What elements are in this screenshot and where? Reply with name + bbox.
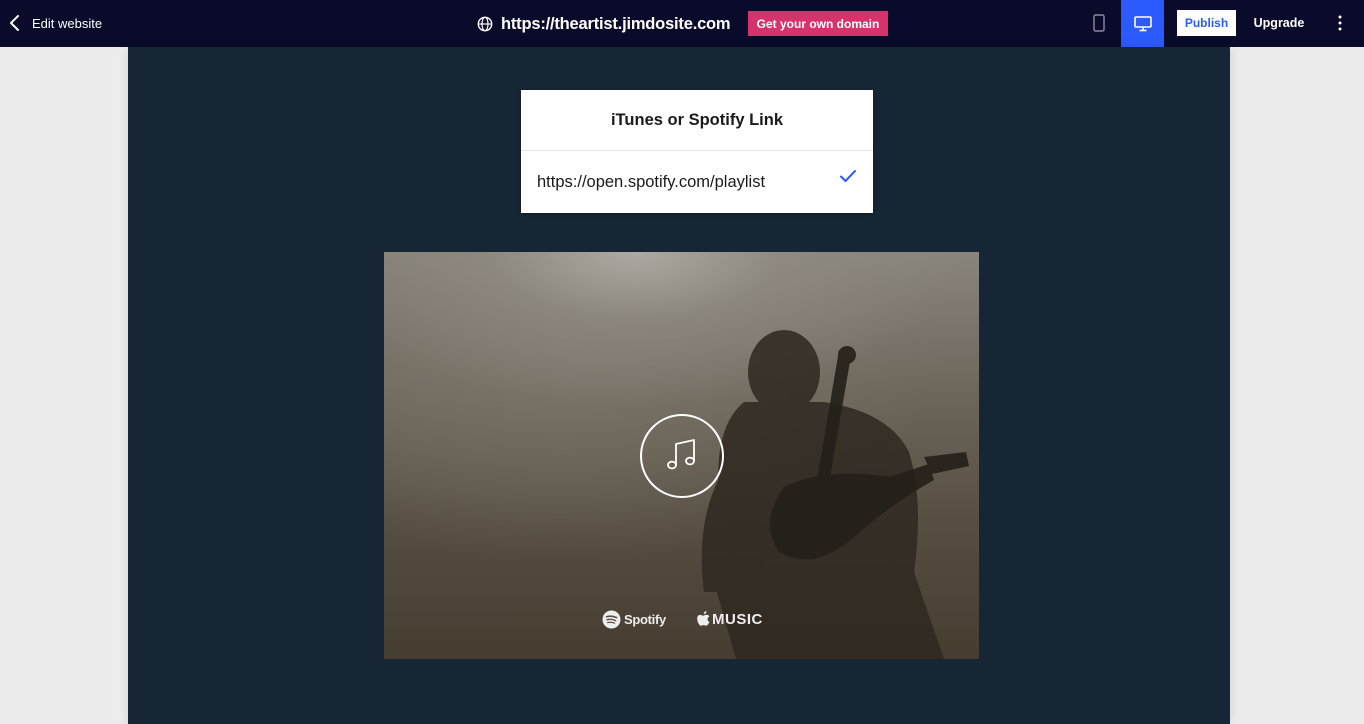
music-note-button[interactable] — [640, 414, 724, 498]
site-url-text: https://theartist.jimdosite.com — [501, 14, 731, 33]
site-url: https://theartist.jimdosite.com — [477, 13, 731, 35]
popover-input-row — [521, 151, 873, 212]
more-options-button[interactable] — [1328, 10, 1352, 36]
editor-toolbar: Edit website https://theartist.jimdosite… — [0, 0, 1364, 47]
apple-icon — [697, 611, 710, 626]
more-vertical-icon — [1338, 15, 1342, 31]
music-note-icon — [667, 439, 695, 470]
spotify-icon — [602, 610, 621, 628]
apple-music-logo: MUSIC — [697, 608, 763, 630]
music-player-widget[interactable]: Spotify MUSIC — [384, 252, 979, 659]
desktop-icon — [1133, 15, 1152, 31]
globe-icon — [477, 16, 493, 32]
popover-title: iTunes or Spotify Link — [521, 90, 873, 151]
apple-music-logo-text: MUSIC — [712, 610, 763, 628]
chevron-left-icon — [10, 15, 19, 31]
mobile-icon — [1093, 14, 1105, 32]
edit-website-back-button[interactable]: Edit website — [8, 12, 102, 34]
desktop-view-button[interactable] — [1121, 0, 1164, 47]
get-own-domain-button[interactable]: Get your own domain — [748, 11, 888, 36]
upgrade-button[interactable]: Upgrade — [1247, 10, 1311, 36]
spotify-logo-text: Spotify — [624, 611, 666, 627]
publish-button[interactable]: Publish — [1177, 10, 1236, 36]
music-link-input[interactable] — [537, 170, 827, 194]
confirm-link-button[interactable] — [837, 165, 859, 187]
spotify-logo: Spotify — [602, 608, 666, 630]
music-link-popover: iTunes or Spotify Link — [521, 90, 873, 213]
mobile-view-button[interactable] — [1084, 9, 1114, 37]
checkmark-icon — [840, 170, 856, 182]
back-label: Edit website — [32, 15, 103, 31]
